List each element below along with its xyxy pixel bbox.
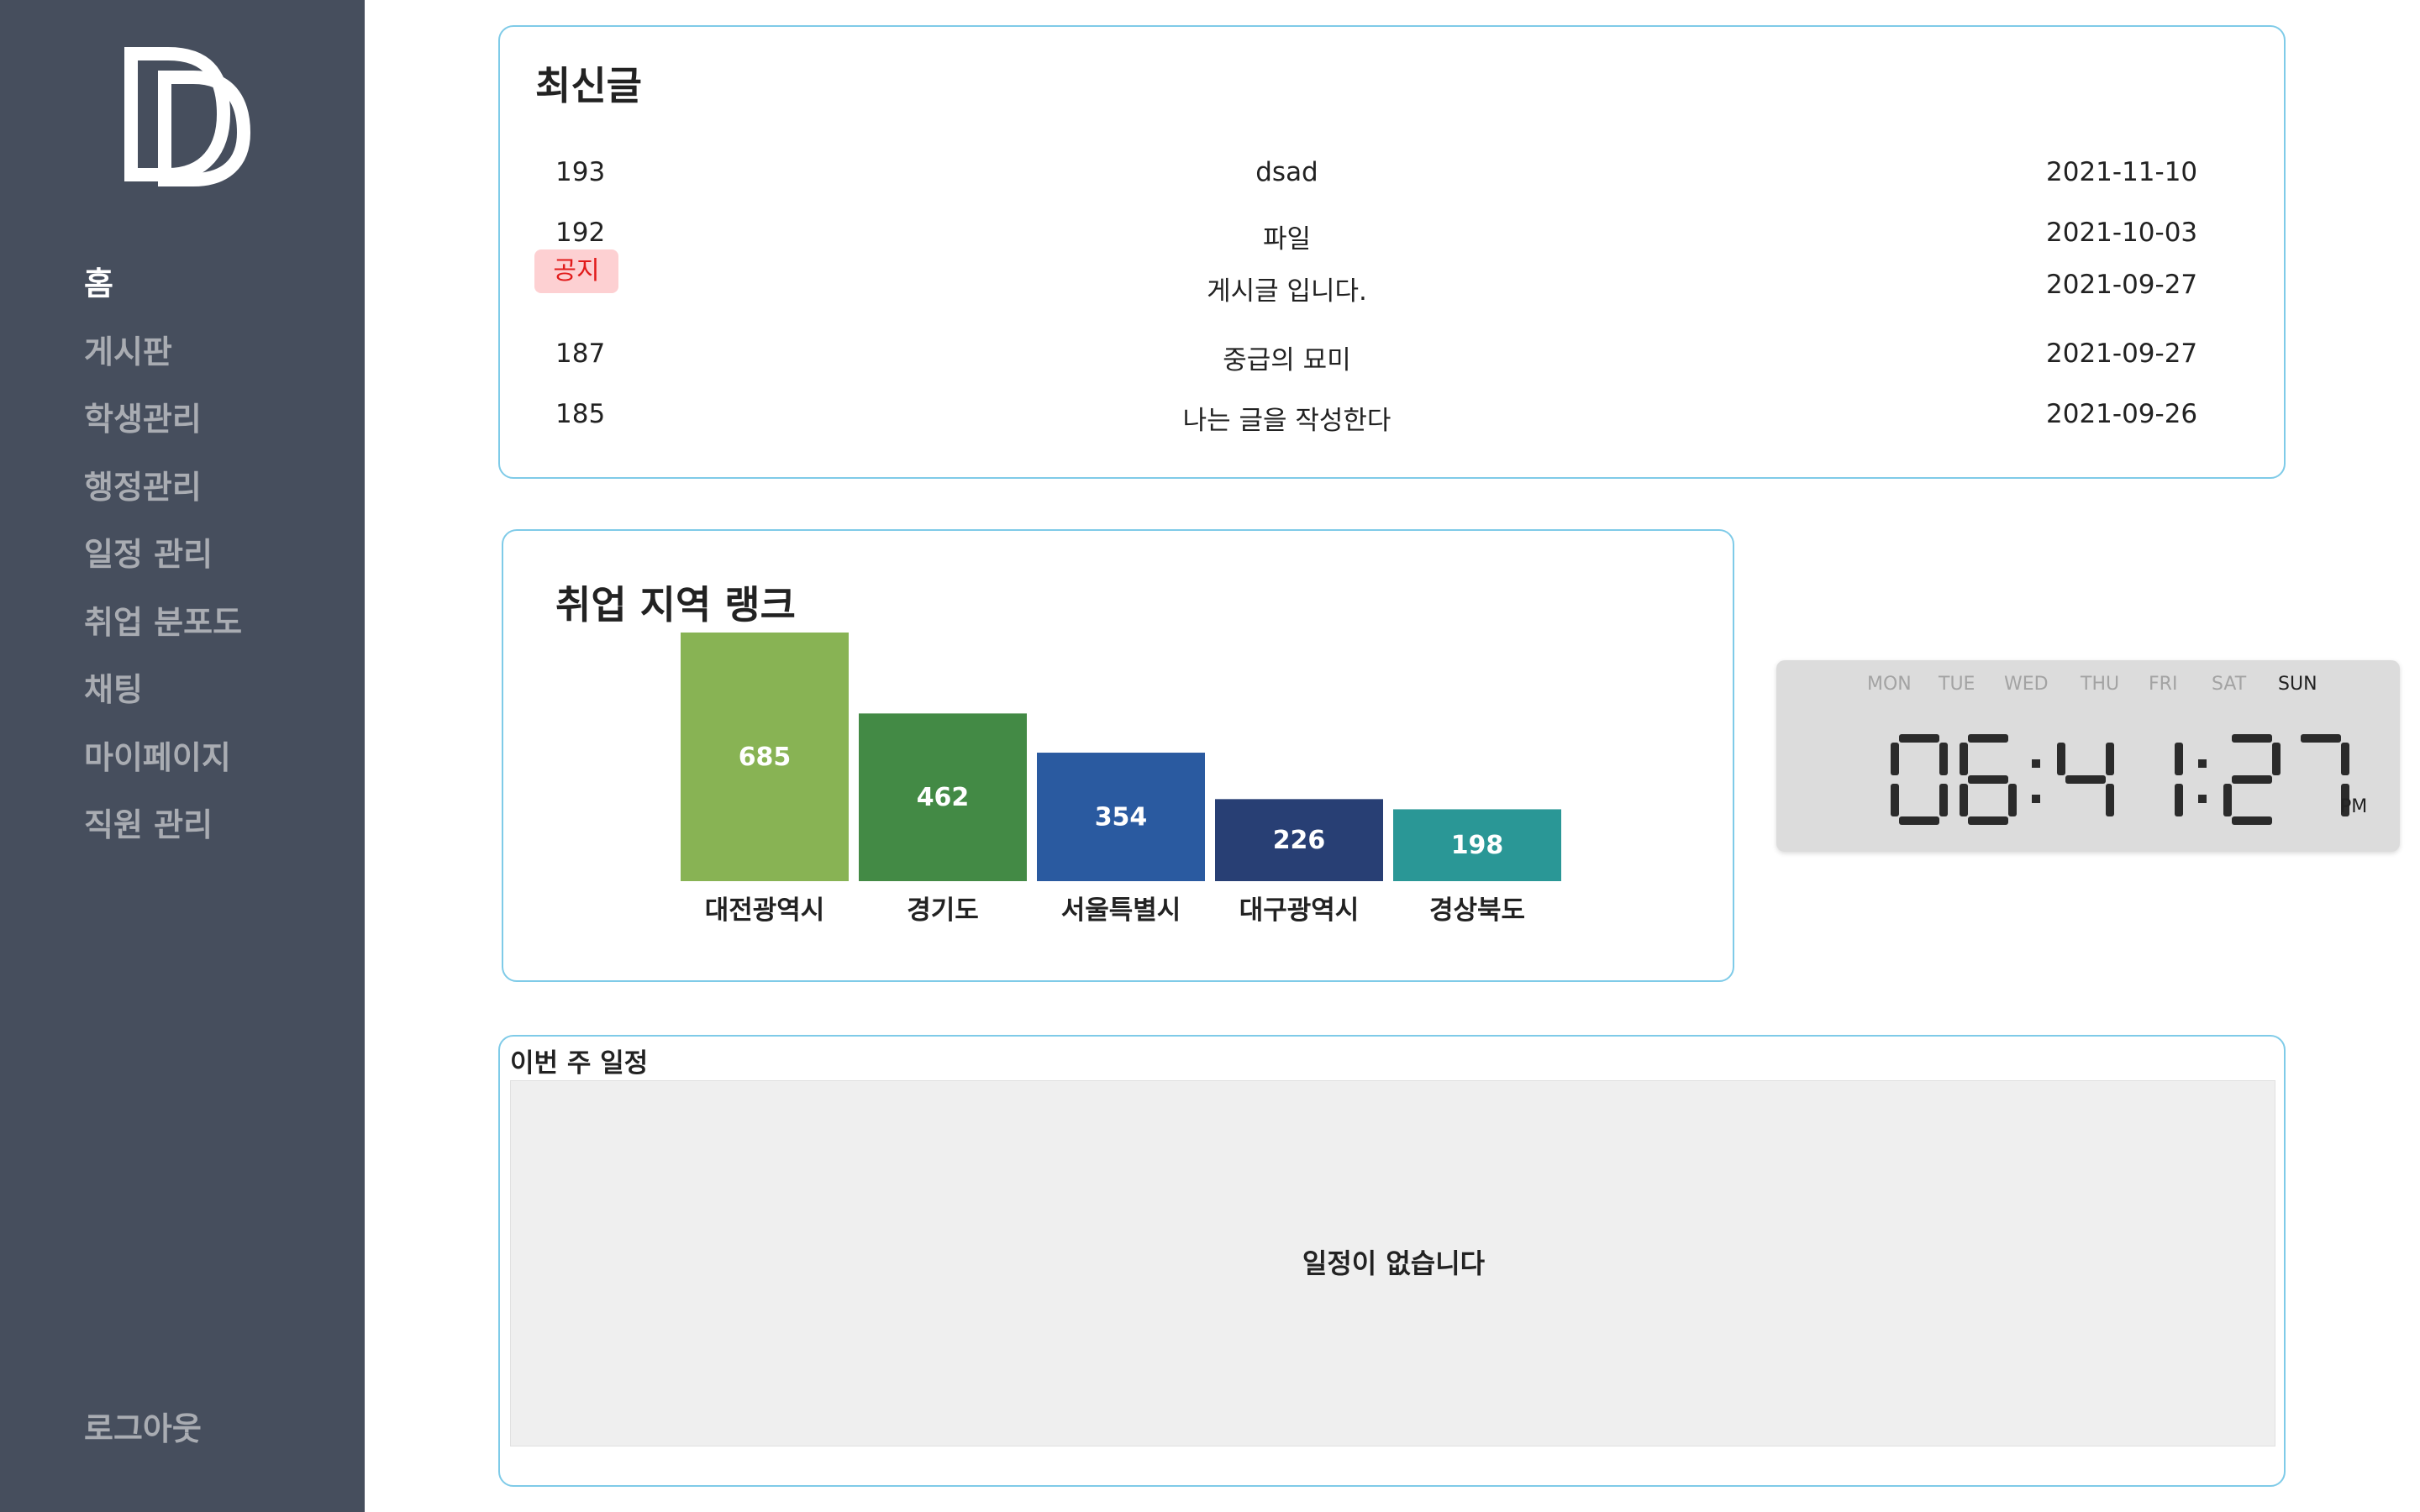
post-title[interactable]: 게시글 입니다.	[500, 270, 2074, 307]
schedule-panel: 일정이 없습니다	[510, 1080, 2275, 1446]
recent-posts-title: 최신글	[535, 63, 642, 108]
post-title[interactable]: 중급의 묘미	[500, 339, 2074, 376]
clock-time	[1891, 734, 2349, 825]
post-date: 2021-09-27	[2046, 339, 2198, 369]
post-date: 2021-09-27	[2046, 270, 2198, 300]
sidebar-item-employment[interactable]: 취업 분포도	[84, 597, 242, 665]
chart-category-label: 경기도	[907, 895, 979, 926]
employment-rank-card: 취업 지역 랭크 685 대전광역시 462 경기도 354 서울특별시 226 대구광역시 1…	[502, 529, 1734, 982]
post-row[interactable]: 187 중급의 묘미 2021-09-27	[500, 330, 2287, 381]
recent-posts-card: 최신글 193 dsad 2021-11-10 192 파일 2021-10-0…	[498, 25, 2286, 479]
sidebar-item-schedule[interactable]: 일정 관리	[84, 529, 242, 597]
sidebar-item-home[interactable]: 홈	[84, 259, 242, 327]
weekday-tue: TUE	[1939, 674, 1975, 695]
post-date: 2021-10-03	[2046, 218, 2198, 248]
clock-digit	[2175, 743, 2183, 816]
sidebar-item-staff[interactable]: 직원 관리	[84, 800, 242, 868]
chart-data-label: 198	[1451, 831, 1504, 860]
sidebar-nav: 홈 게시판 학생관리 행정관리 일정 관리 취업 분포도 채팅 마이페이지 직원…	[84, 259, 242, 868]
chart-data-label: 354	[1095, 803, 1148, 832]
chart-category-label: 서울특별시	[1061, 895, 1181, 926]
weekly-schedule-card: 이번 주 일정 일정이 없습니다	[498, 1035, 2286, 1487]
chart-data-label: 226	[1273, 826, 1326, 855]
weekday-wed: WED	[2004, 674, 2049, 695]
schedule-empty-message: 일정이 없습니다	[1302, 1247, 1486, 1279]
weekday-mon: MON	[1867, 674, 1912, 695]
chart-category-label: 대구광역시	[1239, 895, 1360, 926]
weekday-sat: SAT	[2212, 674, 2247, 695]
employment-rank-chart: 685 대전광역시 462 경기도 354 서울특별시 226 대구광역시 198 경상북도	[681, 633, 1561, 926]
post-date: 2021-11-10	[2046, 157, 2198, 187]
post-title[interactable]: dsad	[500, 157, 2074, 187]
clock-digit	[2223, 734, 2281, 825]
sidebar: 홈 게시판 학생관리 행정관리 일정 관리 취업 분포도 채팅 마이페이지 직원…	[0, 0, 365, 1512]
chart-category-label: 경상북도	[1429, 895, 1525, 926]
ampm-label: PM	[2340, 796, 2368, 817]
chart-data-label: 462	[917, 783, 970, 812]
clock-digit	[2057, 743, 2114, 816]
post-row[interactable]: 185 나는 글을 작성한다 2021-09-26	[500, 391, 2287, 441]
sidebar-item-board[interactable]: 게시판	[84, 327, 242, 395]
chart-data-label: 685	[739, 743, 792, 772]
schedule-title: 이번 주 일정	[510, 1048, 649, 1079]
sidebar-item-students[interactable]: 학생관리	[84, 394, 242, 462]
digital-clock: MON TUE WED THU FRI SAT SUN	[1776, 660, 2400, 852]
weekday-fri: FRI	[2149, 674, 2178, 695]
clock-colon	[2032, 759, 2040, 803]
sidebar-item-mypage[interactable]: 마이페이지	[84, 732, 242, 801]
chart-category-label: 대전광역시	[705, 895, 825, 926]
clock-digit	[1960, 734, 2017, 825]
weekday-thu: THU	[2081, 674, 2120, 695]
logout-button[interactable]: 로그아웃	[84, 1403, 202, 1449]
post-date: 2021-09-26	[2046, 399, 2198, 429]
clock-colon	[2198, 759, 2207, 803]
logo[interactable]	[124, 47, 250, 186]
weekday-sun: SUN	[2278, 674, 2317, 695]
post-row[interactable]: 공지 게시글 입니다. 2021-09-27	[500, 249, 2287, 307]
post-title[interactable]: 나는 글을 작성한다	[500, 399, 2074, 437]
post-row[interactable]: 193 dsad 2021-11-10	[500, 149, 2287, 199]
clock-digit	[1891, 734, 1948, 825]
sidebar-item-admin[interactable]: 행정관리	[84, 462, 242, 530]
sidebar-item-chat[interactable]: 채팅	[84, 664, 242, 732]
